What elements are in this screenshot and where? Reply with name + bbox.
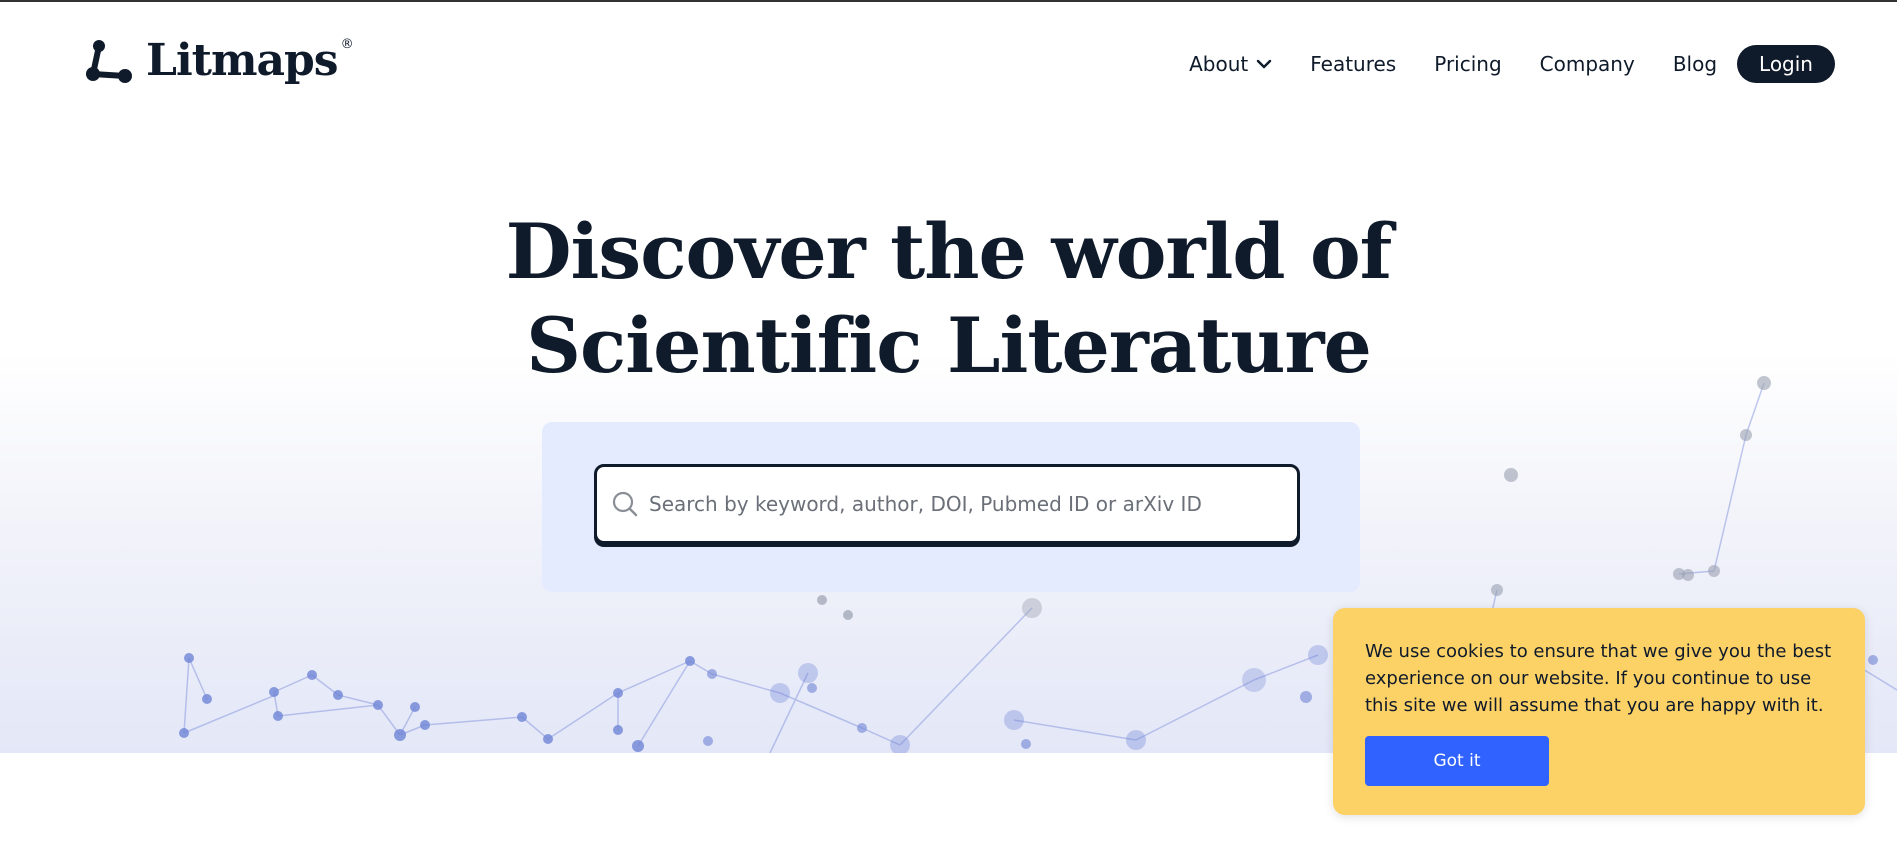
search-input[interactable] — [649, 484, 1283, 524]
hero-title: Discover the world of Scientific Literat… — [0, 205, 1897, 393]
nav-pricing[interactable]: Pricing — [1434, 52, 1501, 76]
brand-name: Litmaps — [146, 35, 339, 86]
logo[interactable]: Litmaps ® — [84, 33, 354, 89]
hero-title-line-2: Scientific Literature — [526, 301, 1372, 390]
cookie-banner: We use cookies to ensure that we give yo… — [1333, 608, 1865, 815]
nav-about-label: About — [1189, 52, 1249, 76]
top-border — [0, 0, 1897, 2]
nav-about[interactable]: About — [1189, 52, 1272, 76]
login-button[interactable]: Login — [1737, 45, 1835, 83]
nav-features[interactable]: Features — [1310, 52, 1396, 76]
search-icon — [612, 491, 638, 517]
nav-company[interactable]: Company — [1540, 52, 1635, 76]
search-panel — [542, 422, 1360, 592]
litmaps-graph-logo-icon — [86, 40, 132, 83]
search-box[interactable] — [594, 464, 1300, 544]
nav-blog[interactable]: Blog — [1673, 52, 1717, 76]
cookie-message: We use cookies to ensure that we give yo… — [1365, 641, 1832, 716]
hero-title-line-1: Discover the world of — [505, 207, 1393, 296]
chevron-down-icon — [1257, 59, 1272, 69]
main-nav: About Features Pricing Company Blog Logi… — [1189, 45, 1835, 83]
cookie-accept-button[interactable]: Got it — [1365, 736, 1549, 786]
registered-mark: ® — [340, 37, 354, 52]
